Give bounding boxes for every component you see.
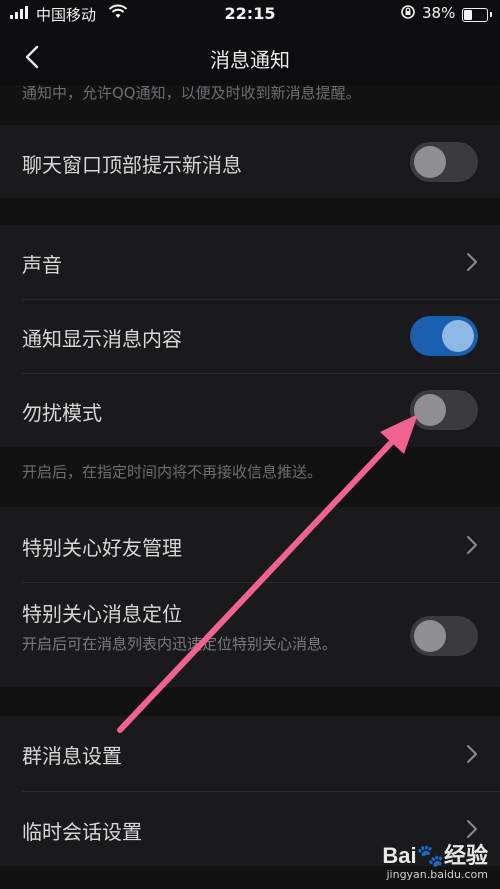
toggle-dnd[interactable] (410, 390, 478, 430)
toggle-chat-top-new[interactable] (410, 142, 478, 182)
status-bar: 中国移动 22:15 38% (0, 0, 500, 30)
section-notifications: 声音 通知显示消息内容 勿扰模式 (0, 225, 500, 447)
setting-special-friends[interactable]: 特别关心好友管理 (0, 507, 500, 582)
setting-label: 通知显示消息内容 (22, 327, 182, 351)
nav-bar: 消息通知 (0, 30, 500, 85)
setting-label: 临时会话设置 (22, 820, 142, 844)
setting-label: 勿扰模式 (22, 401, 102, 425)
watermark-site: jingyan.baidu.com (386, 868, 488, 881)
setting-label: 特别关心好友管理 (22, 536, 182, 560)
battery-icon (462, 8, 492, 22)
chevron-right-icon (467, 253, 477, 271)
setting-group-msg[interactable]: 群消息设置 (0, 716, 500, 791)
toggle-special-locate[interactable] (410, 616, 478, 656)
rotation-lock-icon (400, 4, 416, 24)
setting-show-content: 通知显示消息内容 (0, 299, 500, 373)
paw-icon: 🐾 (416, 843, 444, 868)
dnd-hint: 开启后，在指定时间内将不再接收信息推送。 (22, 463, 323, 481)
notification-hint: 通知中，允许QQ通知，以便及时收到新消息提醒。 (22, 84, 361, 102)
setting-label: 声音 (22, 253, 62, 277)
section-chat-top: 聊天窗口顶部提示新消息 (0, 125, 500, 198)
setting-label: 群消息设置 (22, 744, 122, 768)
setting-description: 开启后可在消息列表内迅速定位特别关心消息。 (22, 635, 338, 653)
setting-sound[interactable]: 声音 (0, 225, 500, 299)
setting-special-locate: 特别关心消息定位 开启后可在消息列表内迅速定位特别关心消息。 (0, 582, 500, 687)
page-title: 消息通知 (210, 48, 290, 72)
toggle-show-content[interactable] (410, 316, 478, 356)
watermark-brand: Bai🐾经验 (382, 843, 488, 868)
setting-chat-top-new: 聊天窗口顶部提示新消息 (0, 125, 500, 198)
section-special-care: 特别关心好友管理 特别关心消息定位 开启后可在消息列表内迅速定位特别关心消息。 (0, 507, 500, 687)
chevron-right-icon (467, 536, 477, 554)
chevron-right-icon (467, 745, 477, 763)
setting-label: 聊天窗口顶部提示新消息 (22, 153, 242, 177)
setting-dnd: 勿扰模式 (0, 373, 500, 447)
chevron-right-icon (467, 820, 477, 838)
setting-label: 特别关心消息定位 (22, 602, 182, 626)
baidu-jingyan-watermark: Bai🐾经验 jingyan.baidu.com (382, 838, 488, 881)
battery-percent: 38% (422, 4, 456, 22)
